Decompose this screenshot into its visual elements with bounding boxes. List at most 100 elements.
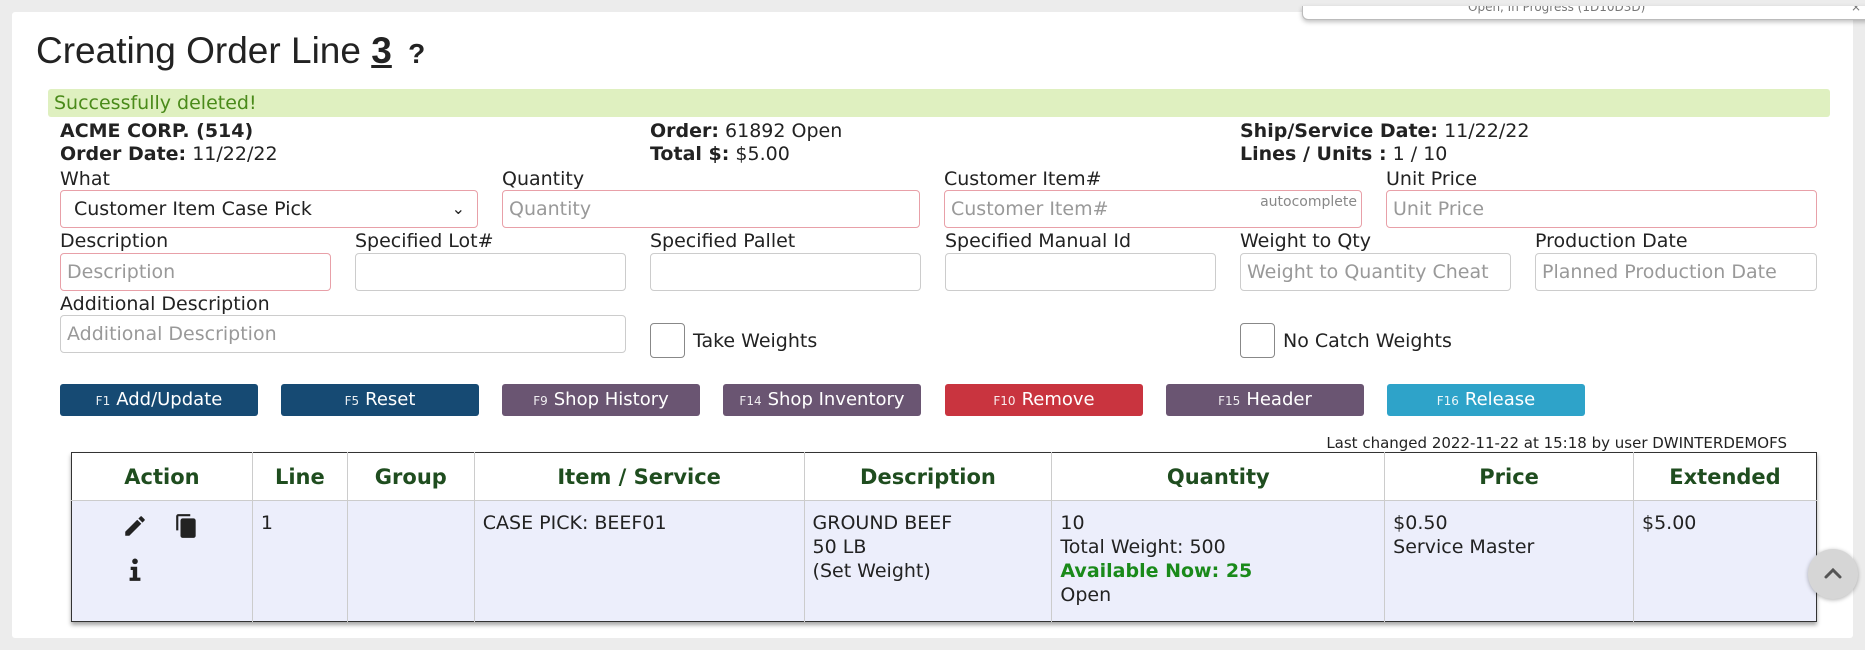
total-weight: Total Weight: 500 — [1060, 536, 1226, 558]
close-icon[interactable]: × — [1851, 6, 1861, 14]
production-date-input[interactable]: Planned Production Date — [1535, 253, 1817, 291]
weight-qty-label: Weight to Qty — [1240, 230, 1371, 252]
description-line: (Set Weight) — [812, 560, 931, 582]
button-key: F1 — [95, 394, 111, 408]
action-cell — [71, 500, 253, 622]
page-title: Creating Order Line 3 ? — [36, 30, 425, 72]
chevron-down-icon: ⌄ — [451, 199, 465, 218]
customer-item-input[interactable]: Customer Item# autocomplete — [944, 190, 1362, 228]
total-value: $5.00 — [735, 143, 790, 165]
customer-item-placeholder: Customer Item# — [951, 198, 1109, 220]
price-cell: $0.50 Service Master — [1384, 500, 1634, 622]
status-popup[interactable]: Open, In Progress (1D10D3D) × — [1302, 6, 1865, 20]
button-key: F10 — [993, 394, 1016, 408]
shop-history-button[interactable]: F9 Shop History — [502, 384, 700, 416]
quantity-input[interactable]: Quantity — [502, 190, 920, 228]
line-cell: 1 — [252, 500, 348, 622]
order-label: Order: — [650, 120, 719, 142]
additional-description-input[interactable]: Additional Description — [60, 315, 626, 353]
column-header: Price — [1384, 452, 1634, 501]
manual-id-label: Specified Manual Id — [945, 230, 1132, 252]
quantity-cell: 10 Total Weight: 500 Available Now: 25 O… — [1051, 500, 1386, 622]
column-header: Description — [804, 452, 1053, 501]
chevron-up-icon — [1824, 567, 1842, 579]
lot-input[interactable] — [355, 253, 626, 291]
shop-inventory-button[interactable]: F14 Shop Inventory — [723, 384, 921, 416]
info-icon[interactable] — [122, 557, 148, 583]
column-header: Group — [347, 452, 475, 501]
button-label: Release — [1464, 389, 1536, 410]
button-key: F16 — [1436, 394, 1459, 408]
button-label: Add/Update — [116, 389, 223, 410]
description-line: 50 LB — [812, 536, 867, 558]
column-header: Action — [71, 452, 253, 501]
autocomplete-hint: autocomplete — [1260, 194, 1357, 210]
last-changed-text: Last changed 2022-11-22 at 15:18 by user… — [1326, 434, 1787, 452]
description-line: GROUND BEEF — [812, 512, 953, 534]
item-cell: CASE PICK: BEEF01 — [474, 500, 805, 622]
column-header: Quantity — [1051, 452, 1386, 501]
button-label: Remove — [1021, 389, 1095, 410]
status-popup-text: Open, In Progress (1D10D3D) — [1468, 6, 1646, 14]
customer-name: ACME CORP. (514) — [60, 120, 254, 142]
button-label: Header — [1246, 389, 1312, 410]
column-header: Item / Service — [474, 452, 805, 501]
header-button[interactable]: F15 Header — [1166, 384, 1364, 416]
main-card: Open, In Progress (1D10D3D) × Creating O… — [12, 6, 1865, 638]
table-header-row: Action Line Group Item / Service Descrip… — [71, 452, 1817, 501]
production-date-label: Production Date — [1535, 230, 1688, 252]
ship-date-value: 11/22/22 — [1444, 120, 1530, 142]
copy-icon[interactable] — [174, 513, 200, 539]
what-select[interactable]: Customer Item Case Pick ⌄ — [60, 190, 478, 228]
line-status: Open — [1060, 584, 1112, 606]
order-info: Order: 61892 Open Total $: $5.00 — [650, 120, 842, 166]
description-cell: GROUND BEEF 50 LB (Set Weight) — [804, 500, 1053, 622]
reset-button[interactable]: F5 Reset — [281, 384, 479, 416]
additional-description-label: Additional Description — [60, 293, 270, 315]
group-cell — [347, 500, 475, 622]
no-catch-weights-checkbox[interactable] — [1240, 323, 1275, 358]
edit-pencil-icon[interactable] — [122, 513, 148, 539]
pallet-label: Specified Pallet — [650, 230, 796, 252]
price-note: Service Master — [1393, 536, 1535, 558]
button-key: F9 — [533, 394, 548, 408]
add-update-button[interactable]: F1 Add/Update — [60, 384, 258, 416]
help-icon[interactable]: ? — [408, 38, 425, 69]
success-alert: Successfully deleted! — [48, 89, 1830, 117]
what-select-value: Customer Item Case Pick — [74, 198, 312, 220]
take-weights-checkbox[interactable] — [650, 323, 685, 358]
available-now: Available Now: 25 — [1060, 560, 1253, 582]
remove-button[interactable]: F10 Remove — [945, 384, 1143, 416]
unit-price-input[interactable]: Unit Price — [1386, 190, 1817, 228]
quantity-label: Quantity — [502, 168, 585, 190]
no-catch-weights-label: No Catch Weights — [1283, 330, 1452, 352]
description-input[interactable]: Description — [60, 253, 331, 291]
order-lines-table: Action Line Group Item / Service Descrip… — [71, 452, 1817, 622]
button-key: F14 — [739, 394, 762, 408]
lot-label: Specified Lot# — [355, 230, 494, 252]
lines-units-value: 1 / 10 — [1392, 143, 1448, 165]
pallet-input[interactable] — [650, 253, 921, 291]
order-date-value: 11/22/22 — [192, 143, 278, 165]
order-date-label: Order Date: — [60, 143, 187, 165]
what-label: What — [60, 168, 110, 190]
table-row: 1 CASE PICK: BEEF01 GROUND BEEF 50 LB (S… — [71, 500, 1817, 622]
release-button[interactable]: F16 Release — [1387, 384, 1585, 416]
line-number: 3 — [371, 30, 392, 71]
ship-info: Ship/Service Date: 11/22/22 Lines / Unit… — [1240, 120, 1529, 166]
button-key: F15 — [1218, 394, 1241, 408]
extended-cell: $5.00 — [1633, 500, 1817, 622]
customer-item-label: Customer Item# — [944, 168, 1102, 190]
column-header: Extended — [1633, 452, 1817, 501]
unit-price-label: Unit Price — [1386, 168, 1478, 190]
scroll-to-top-button[interactable] — [1808, 549, 1858, 599]
weight-qty-input[interactable]: Weight to Quantity Cheat — [1240, 253, 1511, 291]
customer-info: ACME CORP. (514) Order Date: 11/22/22 — [60, 120, 278, 166]
quantity-value: 10 — [1060, 512, 1085, 534]
button-key: F5 — [344, 394, 360, 408]
manual-id-input[interactable] — [945, 253, 1216, 291]
description-label: Description — [60, 230, 169, 252]
button-label: Shop Inventory — [767, 389, 905, 410]
price-value: $0.50 — [1393, 512, 1448, 534]
page-title-prefix: Creating Order Line — [36, 30, 361, 71]
